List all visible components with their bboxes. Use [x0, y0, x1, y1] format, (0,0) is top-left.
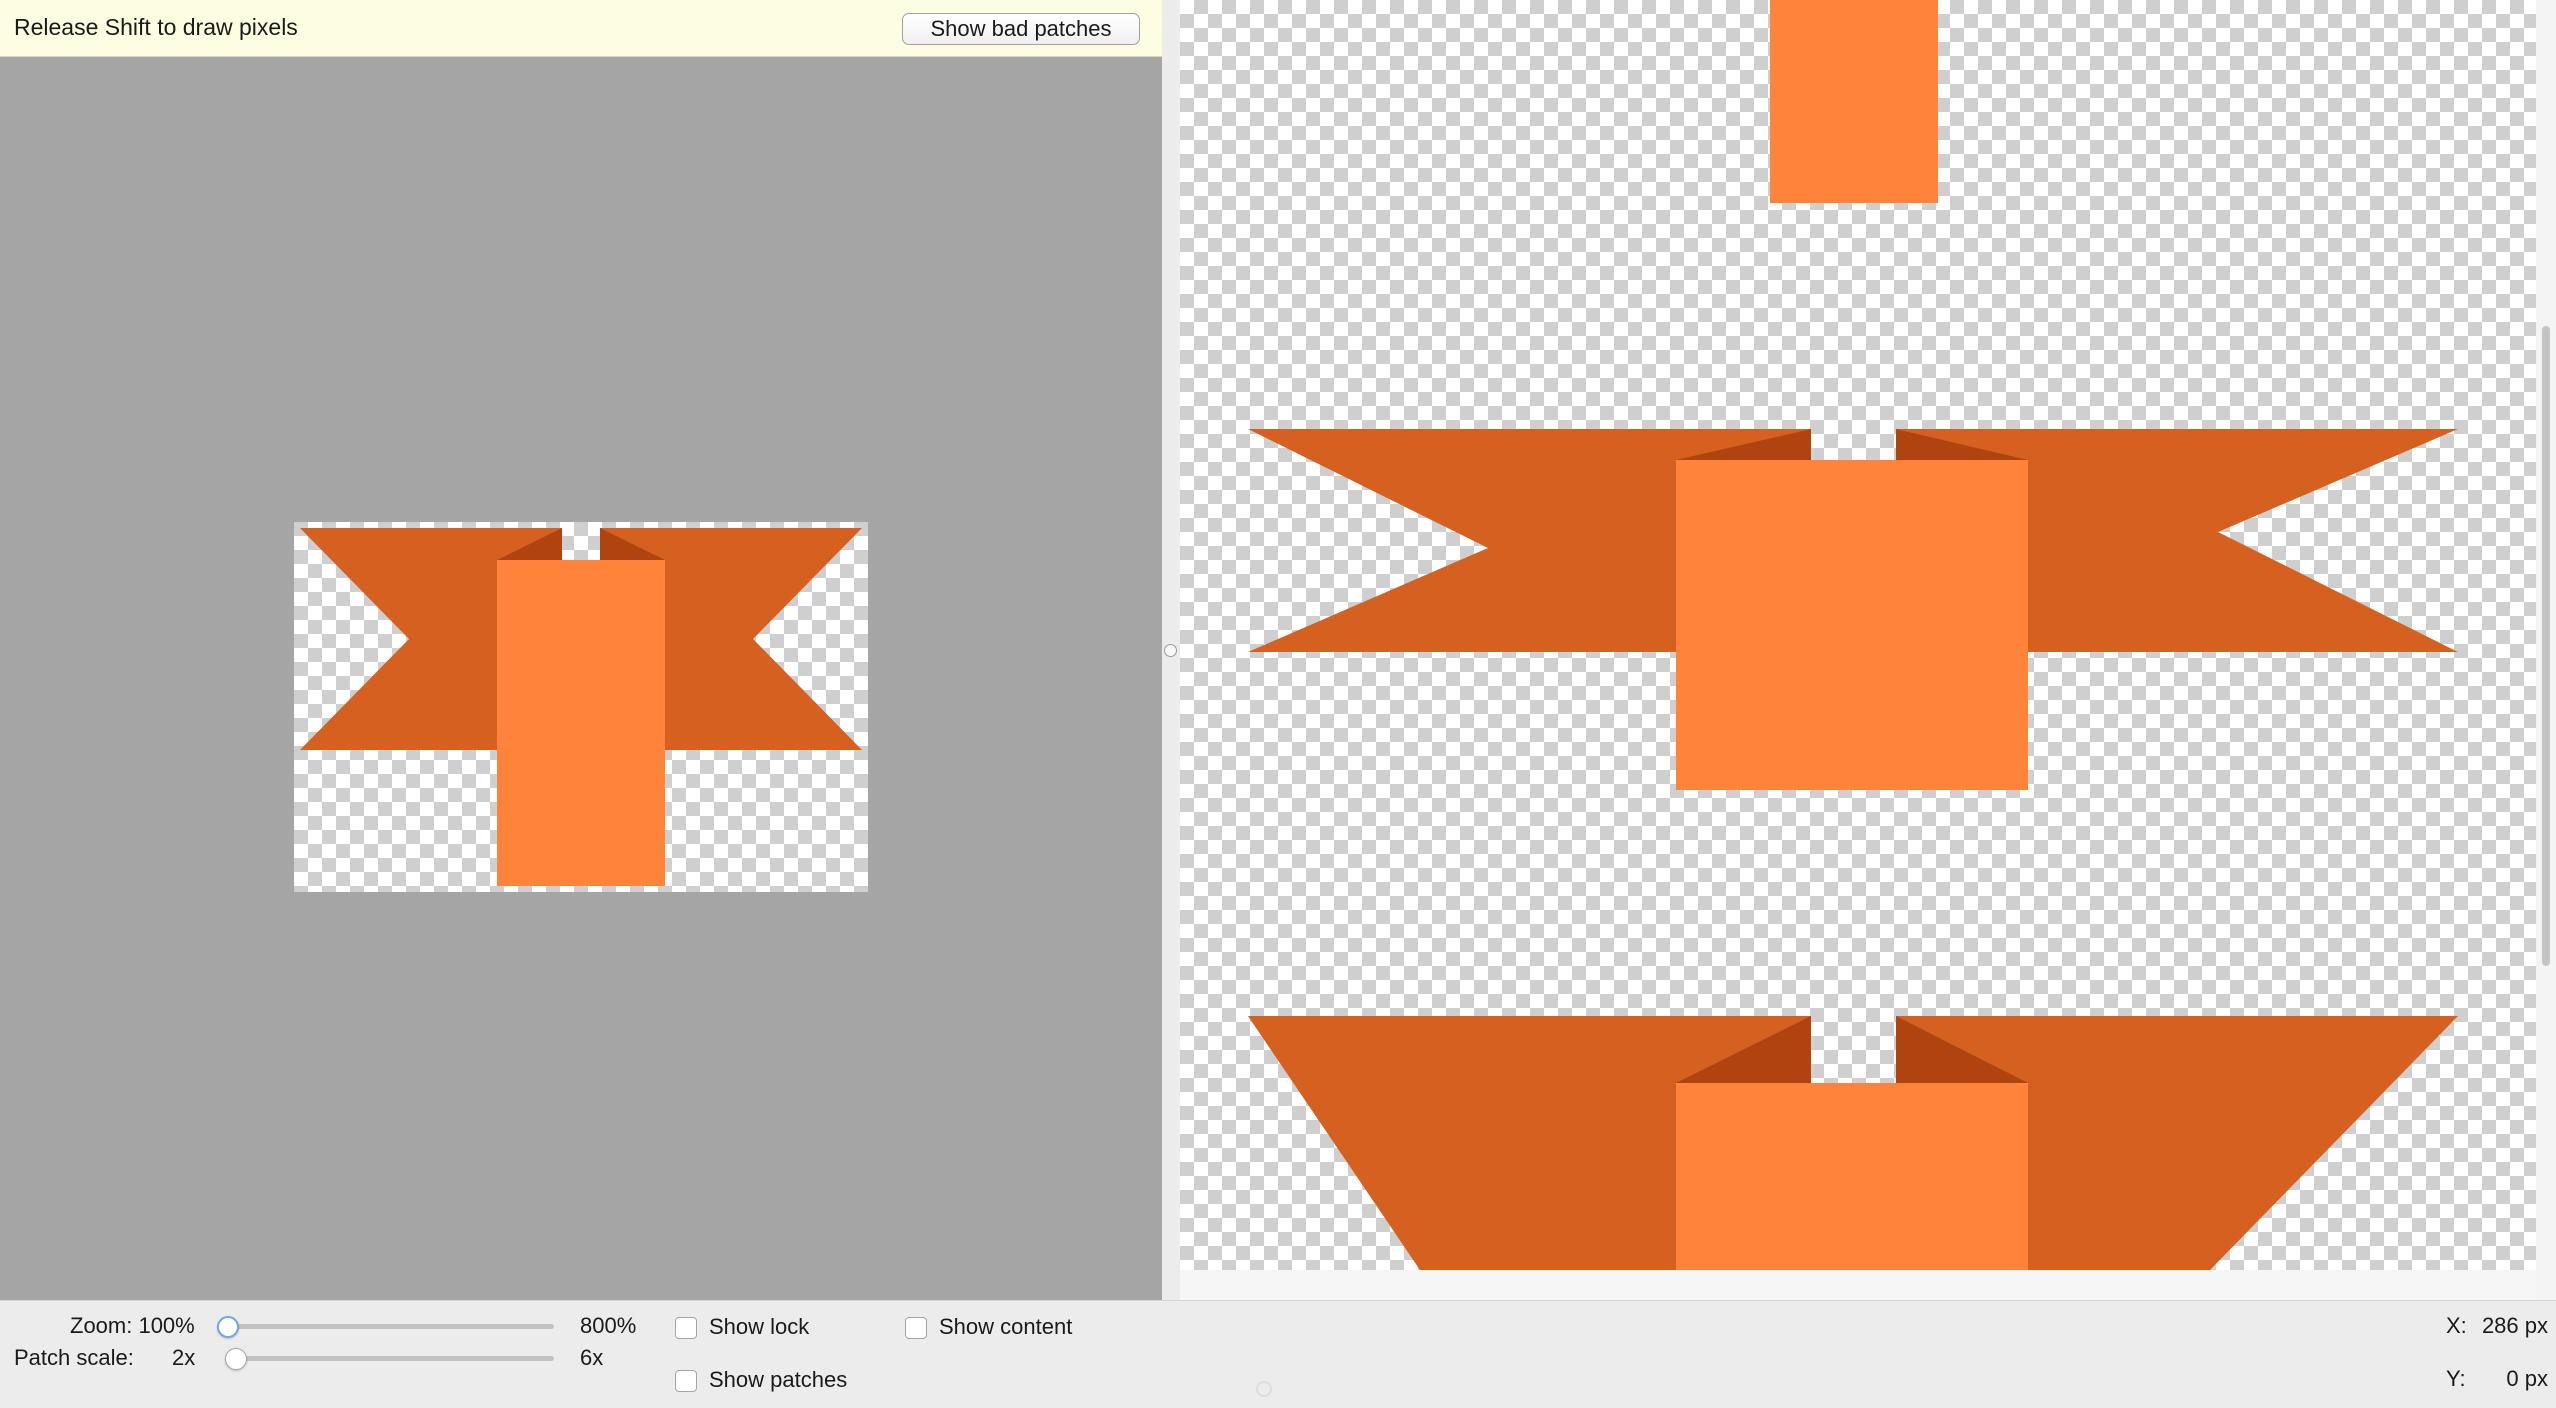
zoom-max-label: 800% [580, 1313, 637, 1338]
splitter-handle-icon[interactable] [1164, 644, 1177, 657]
horizontal-preview [1248, 429, 2458, 790]
scaled-preview-tab [1676, 1083, 2028, 1270]
patch-scale-max-label: 6x [580, 1345, 604, 1370]
scaled-preview-left-wing [1248, 1016, 1676, 1270]
patch-scale-slider-knob-icon[interactable] [225, 1348, 247, 1370]
y-coordinate-label: Y: [2446, 1366, 2466, 1391]
crosshair-circle-icon [1256, 1381, 1272, 1397]
scrollbar-thumb[interactable] [2542, 326, 2550, 966]
vertical-preview-tab [1770, 0, 1938, 203]
patch-scale-slider-track[interactable] [228, 1356, 554, 1361]
nine-patch-image-canvas[interactable] [294, 522, 868, 892]
control-bar: Zoom: 100% 800% Patch scale: 2x 6x Show … [0, 1300, 2556, 1408]
hint-message: Release Shift to draw pixels [14, 14, 298, 40]
editor-pane[interactable]: Release Shift to draw pixels Show bad pa… [0, 0, 1162, 1300]
stretch-preview-pane[interactable] [1180, 0, 2536, 1270]
preview-vertical-scrollbar[interactable] [2536, 0, 2556, 1300]
show-content-checkbox[interactable] [905, 1317, 927, 1339]
horizontal-preview-left-wing [1248, 429, 1676, 652]
zoom-label: Zoom: 100% [70, 1313, 195, 1338]
x-coordinate-value: 286 px [2481, 1313, 2548, 1338]
show-content-label[interactable]: Show content [939, 1314, 1072, 1340]
zoom-slider-track[interactable] [228, 1324, 554, 1329]
horizontal-preview-tab [1676, 460, 2028, 790]
preview-bottom-strip [1180, 1270, 2536, 1300]
show-patches-label[interactable]: Show patches [709, 1367, 847, 1393]
nine-patch-editor-window: Release Shift to draw pixels Show bad pa… [0, 0, 2556, 1408]
show-lock-label[interactable]: Show lock [709, 1314, 809, 1340]
ribbon-tab [497, 560, 665, 886]
show-bad-patches-button[interactable]: Show bad patches [902, 13, 1140, 45]
show-lock-checkbox[interactable] [675, 1317, 697, 1339]
scaled-preview [1248, 1016, 2458, 1270]
patch-scale-min-label: 2x [172, 1345, 196, 1370]
patch-scale-label: Patch scale: [14, 1345, 134, 1370]
show-patches-checkbox[interactable] [675, 1370, 697, 1392]
y-coordinate-value: 0 px [2506, 1366, 2548, 1391]
stretch-preview-canvas [1248, 0, 2458, 1270]
hint-bar: Release Shift to draw pixels Show bad pa… [0, 0, 1162, 57]
x-coordinate-label: X: [2446, 1313, 2467, 1338]
zoom-slider-knob-icon[interactable] [217, 1316, 239, 1338]
